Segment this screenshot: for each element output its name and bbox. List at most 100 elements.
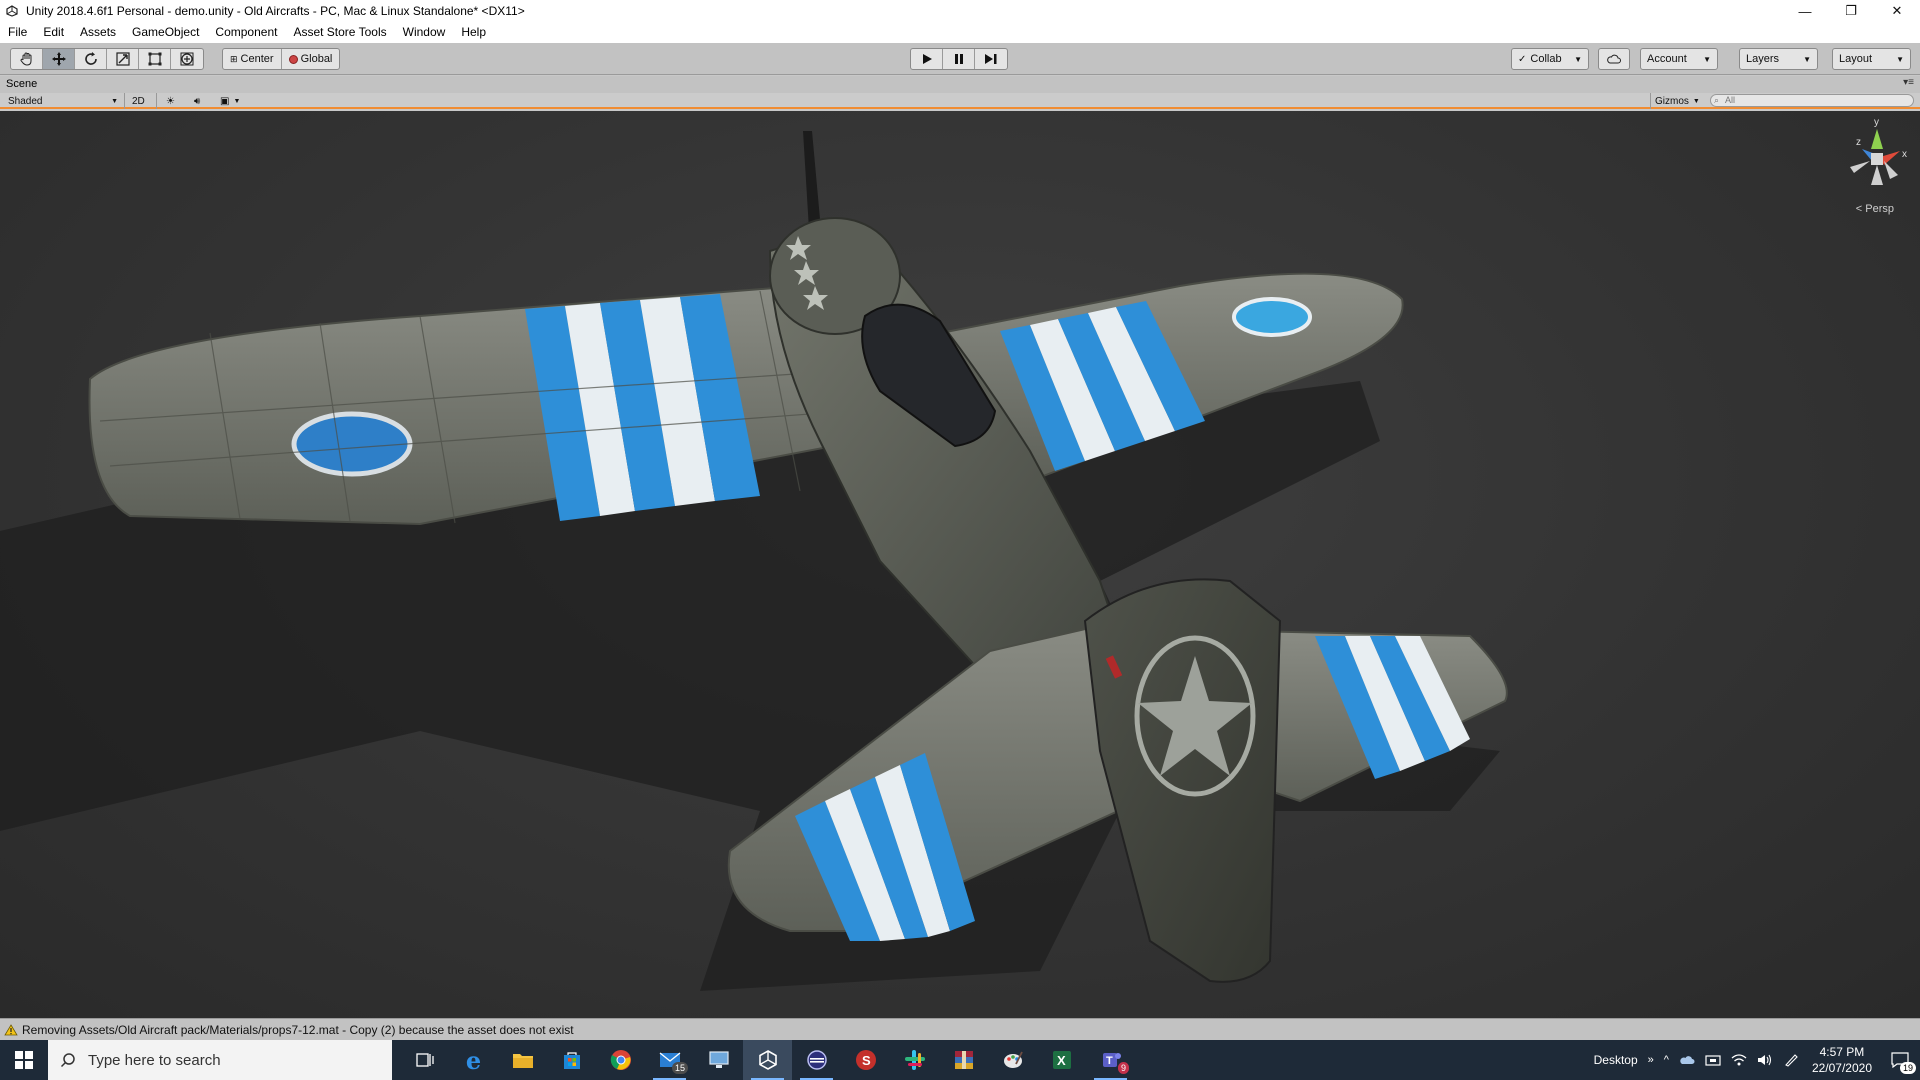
scale-tool-icon[interactable] (107, 49, 139, 69)
app-s-icon[interactable]: S (841, 1040, 890, 1080)
svg-text:X: X (1057, 1053, 1066, 1068)
menu-asset-store-tools[interactable]: Asset Store Tools (285, 22, 394, 43)
audio-toggle[interactable]: 🔊︎ (190, 94, 204, 108)
onedrive-icon[interactable] (1674, 1040, 1700, 1080)
store-icon[interactable] (547, 1040, 596, 1080)
windows-logo-icon (15, 1051, 33, 1069)
account-dropdown[interactable]: Account ▼ (1640, 48, 1718, 70)
step-button[interactable] (975, 49, 1007, 69)
cloud-button[interactable] (1598, 48, 1630, 70)
menu-file[interactable]: File (0, 22, 35, 43)
network-adapter-icon[interactable] (1700, 1040, 1726, 1080)
transform-tools (10, 48, 204, 70)
menu-component[interactable]: Component (207, 22, 285, 43)
window-title: Unity 2018.4.6f1 Personal - demo.unity -… (26, 4, 525, 18)
edge-browser-icon[interactable]: e (449, 1040, 498, 1080)
excel-icon[interactable]: X (1037, 1040, 1086, 1080)
dropdown-caret-icon: ▼ (1574, 54, 1582, 64)
menu-help[interactable]: Help (453, 22, 494, 43)
paint-icon[interactable] (988, 1040, 1037, 1080)
pause-button[interactable] (943, 49, 975, 69)
tab-menu-icon[interactable]: ▾≡ (1903, 77, 1914, 88)
svg-text:T: T (1106, 1055, 1113, 1067)
chrome-icon[interactable] (596, 1040, 645, 1080)
right-wing-roundel (1232, 297, 1312, 337)
scene-search-input[interactable]: ⌕ All (1710, 94, 1914, 107)
winrar-icon[interactable] (939, 1040, 988, 1080)
layout-dropdown[interactable]: Layout ▼ (1832, 48, 1911, 70)
main-toolbar: ⊞ Center Global ✓ Collab ▼ Account ▼ Lay… (0, 43, 1920, 75)
play-icon (922, 54, 932, 64)
projection-label[interactable]: < Persp (1856, 203, 1894, 215)
effects-dropdown[interactable]: ▣ ▼ (216, 94, 244, 108)
close-button[interactable]: ✕ (1874, 0, 1920, 22)
cloud-icon (1607, 54, 1621, 64)
mail-badge: 15 (671, 1062, 688, 1074)
menu-assets[interactable]: Assets (72, 22, 124, 43)
task-view-icon[interactable] (400, 1040, 449, 1080)
dropdown-caret-icon: ▼ (1803, 54, 1811, 64)
pivot-rotation-button[interactable]: Global (282, 49, 340, 69)
orientation-gizmo[interactable]: y z x (1842, 115, 1912, 215)
lighting-toggle[interactable]: ☀ (162, 94, 179, 108)
layers-dropdown[interactable]: Layers ▼ (1739, 48, 1818, 70)
scene-tab[interactable]: Scene (6, 78, 37, 90)
check-icon: ✓ (1518, 53, 1527, 65)
eclipse-icon[interactable] (792, 1040, 841, 1080)
svg-text:S: S (862, 1053, 871, 1068)
transform-tool-icon[interactable] (171, 49, 203, 69)
dropdown-caret-icon: ▼ (1703, 54, 1711, 64)
menu-gameobject[interactable]: GameObject (124, 22, 207, 43)
search-placeholder: All (1725, 95, 1736, 105)
clock[interactable]: 4:57 PM 22/07/2020 (1804, 1044, 1880, 1076)
start-button[interactable] (0, 1040, 48, 1080)
draw-mode-dropdown[interactable]: Shaded ▼ (4, 94, 122, 108)
slack-icon[interactable] (890, 1040, 939, 1080)
collab-dropdown[interactable]: ✓ Collab ▼ (1511, 48, 1589, 70)
unity-editor-window: Unity 2018.4.6f1 Personal - demo.unity -… (0, 0, 1920, 1080)
hand-tool-icon[interactable] (11, 49, 43, 69)
unity-taskbar-icon[interactable] (743, 1040, 792, 1080)
file-explorer-icon[interactable] (498, 1040, 547, 1080)
windows-taskbar: Type here to search e 15 S X T 9 Desktop… (0, 1040, 1920, 1080)
gizmos-dropdown[interactable]: Gizmos ▼ (1651, 94, 1704, 108)
menu-edit[interactable]: Edit (35, 22, 72, 43)
mail-icon[interactable]: 15 (645, 1040, 694, 1080)
tray-overflow-icon[interactable]: ^ (1659, 1040, 1674, 1080)
scene-viewport[interactable]: y z x < Persp (0, 111, 1920, 1018)
rotate-tool-icon[interactable] (75, 49, 107, 69)
image-icon: ▣ (220, 95, 230, 107)
system-tray: Desktop » ^ 4:57 PM 22/07/2020 19 (1589, 1040, 1920, 1080)
play-controls (910, 48, 1008, 70)
taskbar-search-input[interactable]: Type here to search (48, 1040, 392, 1080)
desktop-toolbar-label[interactable]: Desktop (1589, 1040, 1643, 1080)
pivot-mode-button[interactable]: ⊞ Center (223, 49, 282, 69)
restore-button[interactable]: ❐ (1828, 0, 1874, 22)
volume-icon[interactable] (1752, 1040, 1778, 1080)
left-wing-stripes (525, 294, 760, 521)
scene-tab-bar: Scene ▾≡ (0, 76, 1920, 93)
gizmo-x-label: x (1902, 149, 1907, 160)
aircraft-render (0, 131, 1508, 991)
pen-icon[interactable] (1778, 1040, 1804, 1080)
wifi-icon[interactable] (1726, 1040, 1752, 1080)
action-center-icon[interactable]: 19 (1880, 1040, 1920, 1080)
title-bar: Unity 2018.4.6f1 Personal - demo.unity -… (0, 0, 1920, 22)
layers-label: Layers (1746, 53, 1780, 65)
toggle-2d-button[interactable]: 2D (128, 94, 149, 108)
rect-tool-icon[interactable] (139, 49, 171, 69)
pivot-center-icon: ⊞ (230, 53, 238, 64)
move-tool-icon[interactable] (43, 49, 75, 69)
menu-window[interactable]: Window (395, 22, 454, 43)
speaker-icon: 🔊︎ (194, 95, 201, 107)
pivot-rotation-label: Global (300, 53, 333, 65)
remote-desktop-icon[interactable] (694, 1040, 743, 1080)
draw-mode-label: Shaded (8, 95, 43, 107)
play-button[interactable] (911, 49, 943, 69)
teams-icon[interactable]: T 9 (1086, 1040, 1135, 1080)
search-icon (60, 1053, 75, 1068)
desktop-toolbar-chevron[interactable]: » (1643, 1040, 1659, 1080)
minimize-button[interactable]: — (1782, 0, 1828, 22)
notification-badge: 19 (1899, 1062, 1916, 1074)
status-message[interactable]: Removing Assets/Old Aircraft pack/Materi… (22, 1023, 574, 1037)
